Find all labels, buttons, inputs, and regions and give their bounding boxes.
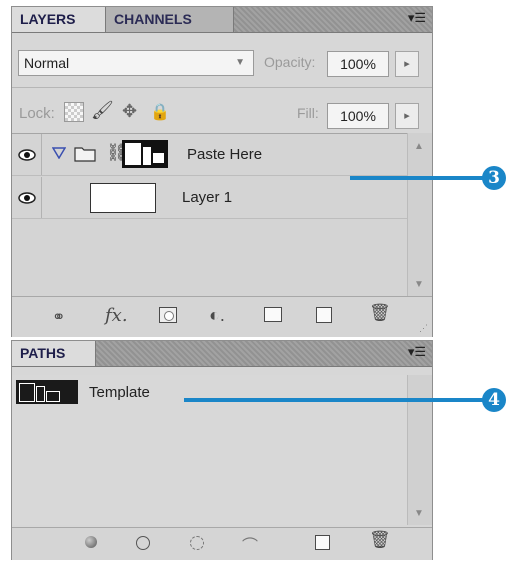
scroll-down-icon[interactable]: ▼ — [414, 279, 424, 290]
layers-footer: ⚭ fx. ◐. 🗑 ⋰ — [12, 296, 432, 337]
path-thumbnail — [16, 380, 78, 404]
lock-transparency-icon[interactable] — [64, 102, 84, 122]
visibility-eye-icon[interactable] — [12, 177, 42, 218]
paths-panel: PATHS ▾☰ Template ▼ ⌒ 🗑 — [11, 340, 433, 560]
layer-mask-thumbnail — [122, 140, 168, 168]
make-work-path-icon[interactable]: ⌒ — [242, 532, 258, 556]
path-shape-icon — [46, 391, 60, 402]
stroke-path-icon[interactable] — [136, 536, 150, 550]
new-path-icon[interactable] — [315, 535, 330, 550]
blend-mode-value: Normal — [24, 55, 70, 71]
opacity-value: 100% — [340, 56, 376, 72]
fill-value: 100% — [340, 108, 376, 124]
lock-label: Lock: — [19, 105, 55, 122]
mask-shape-icon — [143, 147, 151, 165]
layer-row-layer-1[interactable]: Layer 1 — [12, 177, 408, 219]
blend-mode-select[interactable]: Normal ▼ — [18, 50, 254, 76]
layers-list: ⛓ Paste Here Layer 1 — [12, 133, 408, 297]
divider — [12, 87, 432, 88]
opacity-label: Opacity: — [264, 54, 316, 70]
add-mask-icon[interactable] — [159, 307, 177, 323]
fill-input[interactable]: 100% — [327, 103, 389, 129]
delete-path-icon[interactable]: 🗑 — [369, 530, 391, 550]
path-row-template[interactable]: Template — [12, 379, 408, 407]
fill-label: Fill: — [297, 105, 319, 121]
fill-slider-button[interactable]: ▸ — [395, 103, 419, 129]
panel-menu-icon[interactable]: ▾☰ — [408, 344, 426, 360]
paths-footer: ⌒ 🗑 — [12, 527, 432, 560]
paths-tabbar: PATHS ▾☰ — [12, 341, 432, 367]
scroll-up-icon[interactable]: ▲ — [414, 141, 424, 152]
fx-icon[interactable]: fx. — [105, 305, 128, 326]
layer-name: Paste Here — [187, 146, 263, 163]
scroll-down-icon[interactable]: ▼ — [414, 508, 424, 519]
layer-thumbnail — [90, 183, 156, 213]
mask-shape-icon — [125, 143, 141, 165]
path-name: Template — [89, 384, 150, 401]
tab-layers[interactable]: LAYERS — [12, 7, 106, 32]
layer-name: Layer 1 — [182, 189, 233, 206]
layer-row-paste-here[interactable]: ⛓ Paste Here — [12, 134, 408, 176]
visibility-eye-icon[interactable] — [12, 134, 42, 175]
layers-panel: LAYERS CHANNELS ▾☰ Normal ▼ Opacity: 100… — [11, 6, 433, 337]
layers-tabbar: LAYERS CHANNELS ▾☰ — [12, 7, 432, 33]
opacity-input[interactable]: 100% — [327, 51, 389, 77]
lock-pixels-icon[interactable]: 🖌 — [91, 100, 114, 121]
panel-menu-icon[interactable]: ▾☰ — [408, 10, 426, 26]
resize-grip-icon[interactable]: ⋰ — [419, 323, 428, 334]
tab-paths[interactable]: PATHS — [12, 341, 96, 366]
path-shape-icon — [36, 386, 45, 402]
tab-channels[interactable]: CHANNELS — [106, 7, 234, 32]
folder-icon — [74, 145, 96, 167]
callout-badge-3: 3 — [482, 166, 506, 190]
new-layer-icon[interactable] — [316, 307, 332, 323]
callout-line-4 — [184, 398, 488, 402]
fill-path-icon[interactable] — [85, 536, 97, 548]
callout-line-3 — [350, 176, 490, 180]
new-group-icon[interactable] — [264, 307, 282, 322]
callout-badge-4: 4 — [482, 388, 506, 412]
mask-shape-icon — [153, 153, 164, 163]
delete-icon[interactable]: 🗑 — [369, 303, 391, 323]
load-selection-icon[interactable] — [190, 536, 204, 550]
link-layers-icon[interactable]: ⚭ — [52, 307, 65, 327]
disclosure-triangle-icon[interactable] — [51, 146, 67, 164]
lock-position-icon[interactable]: ✥ — [122, 101, 137, 122]
opacity-slider-button[interactable]: ▸ — [395, 51, 419, 77]
path-shape-icon — [19, 383, 35, 402]
adjustment-layer-icon[interactable]: ◐. — [209, 305, 225, 326]
lock-all-icon[interactable]: 🔒 — [150, 102, 170, 122]
mask-circle-icon — [164, 311, 174, 321]
chevron-down-icon: ▼ — [235, 57, 245, 68]
layers-scrollbar[interactable]: ▲ ▼ — [407, 133, 432, 296]
